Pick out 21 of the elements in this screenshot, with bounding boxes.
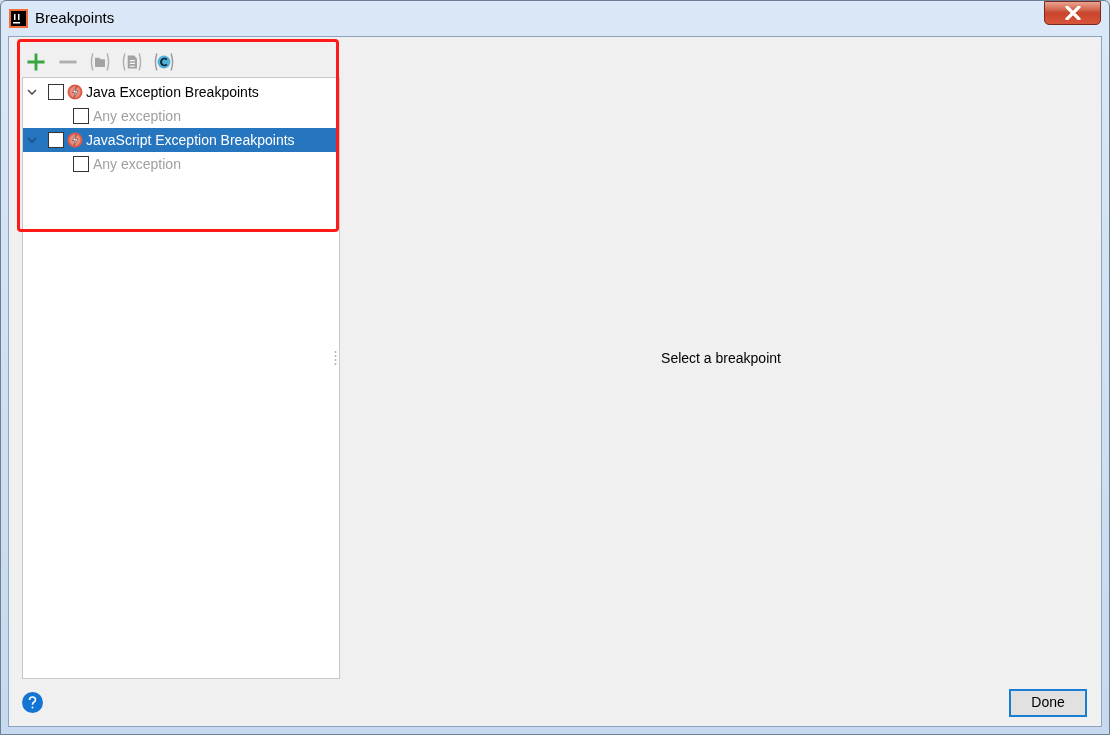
tree-label: JavaScript Exception Breakpoints (86, 130, 295, 150)
tree-label: Any exception (93, 154, 181, 174)
chevron-icon[interactable] (26, 86, 38, 98)
tree-label: Any exception (93, 106, 181, 126)
checkbox[interactable] (48, 132, 64, 148)
done-button[interactable]: Done (1009, 688, 1087, 717)
class-icon[interactable] (154, 52, 174, 72)
tree-label: Java Exception Breakpoints (86, 82, 259, 102)
window-title: Breakpoints (35, 8, 115, 29)
close-icon (1064, 5, 1081, 20)
add-icon[interactable] (26, 52, 46, 72)
tree-row[interactable]: Java Exception Breakpoints (23, 80, 339, 104)
checkbox[interactable] (48, 84, 64, 100)
lightning-icon (67, 84, 83, 100)
empty-state-text: Select a breakpoint (661, 348, 781, 368)
app-logo-icon (9, 9, 28, 28)
lightning-icon (67, 132, 83, 148)
splitter-grip-icon (333, 350, 337, 366)
close-button[interactable] (1044, 0, 1101, 25)
help-icon[interactable] (22, 692, 43, 713)
tree-row[interactable]: JavaScript Exception Breakpoints (23, 128, 339, 152)
